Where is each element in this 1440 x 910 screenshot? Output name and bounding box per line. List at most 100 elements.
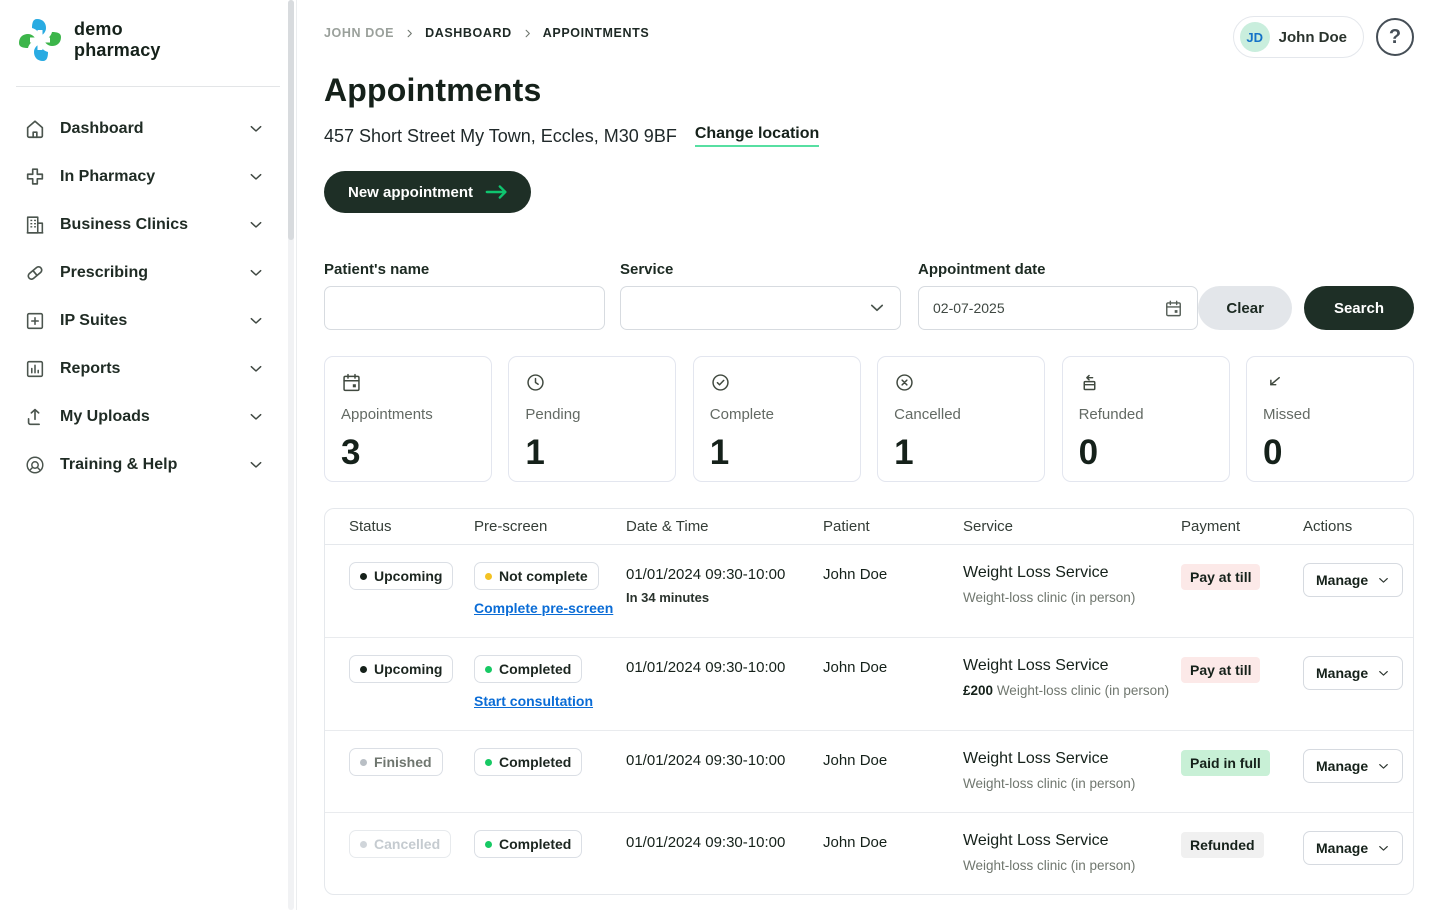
service-name: Weight Loss Service	[963, 657, 1109, 674]
status-badge: Finished	[349, 748, 443, 776]
chevron-down-icon	[250, 317, 262, 324]
sidebar-scrollbar-thumb[interactable]	[288, 0, 294, 240]
arrow-right-icon	[485, 185, 507, 199]
payment-badge: Paid in full	[1181, 750, 1270, 776]
table-row: Upcoming Not complete Complete pre-scree…	[325, 545, 1413, 637]
column-header-datetime: Date & Time	[626, 518, 709, 535]
chevron-down-icon	[250, 365, 262, 372]
location-address: 457 Short Street My Town, Eccles, M30 9B…	[324, 125, 677, 146]
sidebar-item-label: My Uploads	[60, 408, 150, 425]
appointment-date-input[interactable]	[933, 300, 1164, 316]
sidebar-item-business-clinics[interactable]: Business Clinics	[4, 201, 292, 249]
patient-name: John Doe	[823, 752, 888, 769]
stat-label: Pending	[525, 406, 581, 423]
stat-card-appointments: Appointments 3	[324, 356, 492, 482]
sidebar-item-ip-suites[interactable]: IP Suites	[4, 297, 292, 345]
appointment-date-label: Appointment date	[918, 261, 1046, 278]
sidebar-item-training-help[interactable]: Training & Help	[4, 441, 292, 489]
service-select[interactable]	[620, 286, 901, 330]
calendar-icon	[343, 373, 360, 392]
clear-button[interactable]: Clear	[1198, 286, 1292, 330]
appointment-datetime: 01/01/2024 09:30-10:00	[626, 752, 786, 769]
column-header-payment: Payment	[1181, 518, 1241, 535]
breadcrumb-appointments[interactable]: APPOINTMENTS	[543, 26, 650, 40]
user-menu[interactable]: JD John Doe	[1232, 16, 1364, 58]
avatar: JD	[1239, 22, 1270, 52]
complete-prescreen-link[interactable]: Complete pre-screen	[474, 600, 613, 616]
status-badge: Cancelled	[349, 830, 452, 859]
patient-name-label: Patient's name	[324, 261, 430, 278]
help-button[interactable]: ?	[1376, 18, 1414, 56]
service-price: £200	[963, 683, 994, 698]
service-label: Service	[620, 261, 674, 278]
sidebar-nav: Dashboard In Pharmacy Business Clinics P…	[0, 105, 296, 489]
table-row: Cancelled Completed 01/01/2024 09:30-10:…	[325, 812, 1413, 894]
table-row: Finished Completed 01/01/2024 09:30-10:0…	[325, 730, 1413, 812]
sidebar-item-dashboard[interactable]: Dashboard	[4, 105, 292, 153]
sidebar-item-prescribing[interactable]: Prescribing	[4, 249, 292, 297]
payment-badge: Pay at till	[1181, 657, 1261, 683]
change-location-link[interactable]: Change location	[694, 125, 820, 147]
column-header-status: Status	[349, 518, 392, 535]
chevron-right-icon	[407, 29, 412, 37]
service-name: Weight Loss Service	[963, 832, 1109, 850]
chevron-down-icon	[870, 304, 884, 312]
stat-label: Refunded	[1078, 406, 1144, 423]
patient-name-input[interactable]	[324, 286, 605, 330]
service-name: Weight Loss Service	[963, 750, 1109, 767]
start-consultation-link[interactable]: Start consultation	[474, 693, 593, 709]
stats-row: Appointments 3 Pending 1 Complete 1 Canc…	[324, 356, 1414, 482]
prescreen-dot-icon	[485, 840, 492, 848]
stat-label: Cancelled	[894, 406, 961, 423]
pharmacy-pinwheel-logo-icon	[19, 19, 61, 61]
stat-card-missed: Missed 0	[1245, 356, 1414, 482]
chevron-down-icon	[250, 413, 262, 420]
status-dot-icon	[360, 665, 367, 673]
manage-button[interactable]: Manage	[1303, 563, 1404, 597]
stat-card-cancelled: Cancelled 1	[877, 356, 1046, 482]
breadcrumb-user[interactable]: JOHN DOE	[324, 26, 394, 40]
stat-value: 0	[1078, 433, 1099, 472]
search-button[interactable]: Search	[1303, 286, 1414, 330]
manage-button[interactable]: Manage	[1303, 656, 1404, 690]
stat-value: 1	[525, 433, 546, 472]
manage-button[interactable]: Manage	[1303, 831, 1404, 866]
patient-name-field-group: Patient's name	[324, 261, 605, 330]
status-dot-icon	[360, 758, 367, 766]
main-content: JOHN DOE DASHBOARD APPOINTMENTS JD John …	[297, 0, 1440, 910]
sidebar-item-label: IP Suites	[60, 312, 128, 329]
manage-button[interactable]: Manage	[1303, 749, 1404, 783]
home-icon	[26, 120, 44, 139]
brand-logo[interactable]: demo pharmacy	[0, 0, 296, 78]
time-until-note: In 34 minutes	[626, 590, 710, 605]
sidebar-scrollbar[interactable]	[288, 0, 294, 910]
sidebar-item-reports[interactable]: Reports	[4, 345, 292, 393]
service-detail: Weight-loss clinic (in person)	[963, 858, 1136, 874]
new-appointment-label: New appointment	[348, 183, 474, 201]
payment-badge: Pay at till	[1181, 564, 1261, 590]
patient-name: John Doe	[823, 834, 888, 852]
service-detail: £200 Weight-loss clinic (in person)	[963, 683, 1170, 698]
missed-arrow-icon	[1270, 376, 1280, 386]
stat-card-pending: Pending 1	[508, 356, 677, 482]
bar-chart-icon	[26, 360, 44, 378]
upload-icon	[27, 408, 40, 426]
pill-icon	[27, 266, 43, 280]
sidebar-item-in-pharmacy[interactable]: In Pharmacy	[4, 153, 292, 201]
calendar-icon[interactable]	[1164, 299, 1183, 318]
appointment-date-picker[interactable]	[918, 286, 1198, 330]
service-detail: Weight-loss clinic (in person)	[963, 776, 1136, 791]
column-header-prescreen: Pre-screen	[474, 518, 548, 535]
service-field-group: Service	[620, 261, 901, 330]
sidebar-item-label: Training & Help	[60, 456, 178, 473]
new-appointment-button[interactable]: New appointment	[324, 171, 532, 213]
x-circle-icon	[896, 374, 913, 391]
breadcrumb: JOHN DOE DASHBOARD APPOINTMENTS	[324, 26, 649, 40]
appointment-datetime: 01/01/2024 09:30-10:00	[626, 834, 786, 852]
payment-badge: Refunded	[1181, 832, 1264, 859]
chevron-down-icon	[1379, 763, 1389, 769]
sidebar-item-my-uploads[interactable]: My Uploads	[4, 393, 292, 441]
breadcrumb-dashboard[interactable]: DASHBOARD	[425, 26, 512, 40]
appointment-datetime: 01/01/2024 09:30-10:00	[626, 659, 786, 676]
chevron-down-icon	[1379, 577, 1389, 583]
